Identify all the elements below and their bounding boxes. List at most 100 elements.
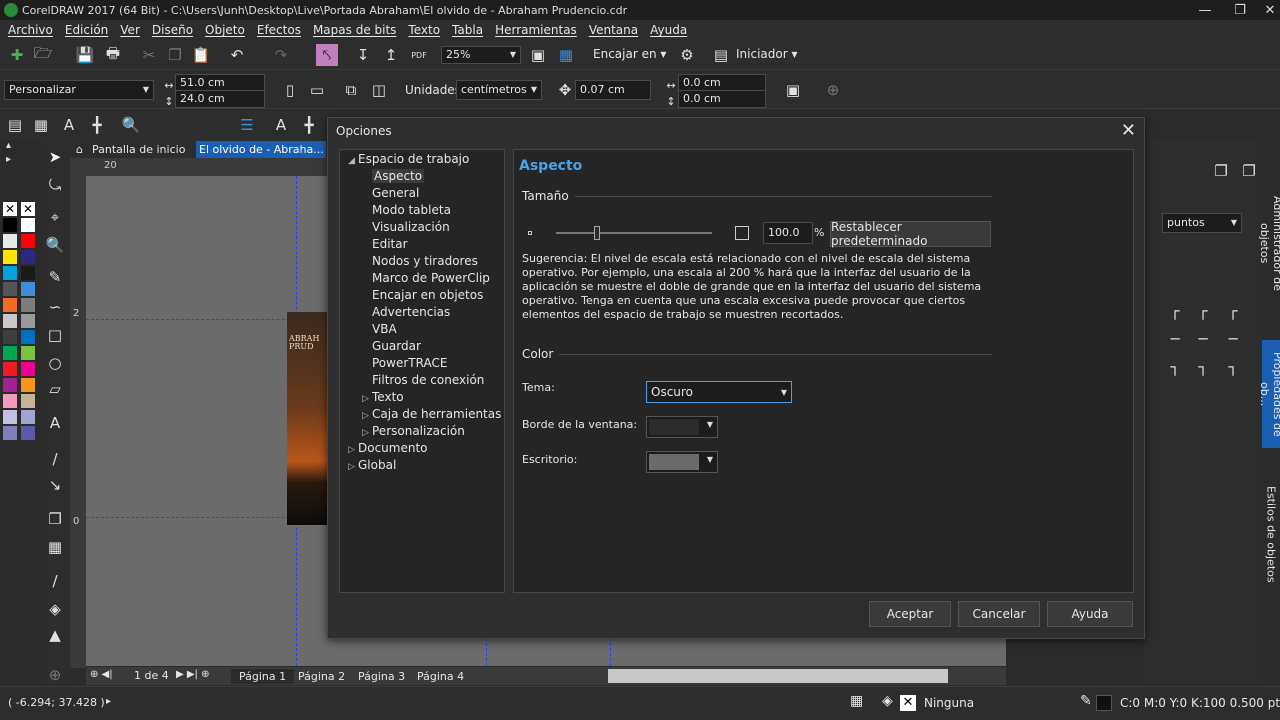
tree-item[interactable]: ▷ Personalización	[362, 424, 465, 438]
smart-fill-icon[interactable]: ▲	[44, 624, 66, 646]
crop-tool-icon[interactable]: ⌖	[44, 206, 66, 228]
palette-swatch[interactable]	[21, 314, 35, 328]
collapsed-arrow-icon[interactable]: ▷	[362, 411, 372, 421]
portrait-icon[interactable]: ▯	[279, 79, 301, 101]
duplicate-y-input[interactable]: 0.0 cm	[678, 90, 766, 108]
outline-position-icon[interactable]: ┐	[1192, 356, 1214, 378]
line-cap-icon[interactable]: ─	[1192, 328, 1214, 350]
reset-default-button[interactable]: Restablecer predeterminado	[830, 220, 991, 248]
snap-to-dropdown[interactable]: Encajar en ▾	[593, 47, 666, 61]
page-tab-4[interactable]: Página 4	[409, 669, 472, 684]
tab-object-manager[interactable]: Administrador de objetos	[1258, 178, 1280, 308]
ellipse-tool-icon[interactable]: ○	[44, 352, 66, 374]
docker-window-icon[interactable]: ❐	[1238, 160, 1260, 182]
palette-swatch[interactable]	[3, 298, 17, 312]
units-select[interactable]: centímetros ▼	[456, 80, 542, 100]
tree-item[interactable]: Aspecto	[372, 169, 425, 183]
menu-objeto[interactable]: Objeto	[199, 23, 251, 37]
menu-diseno[interactable]: Diseño	[146, 23, 199, 37]
connector-tool-icon[interactable]: ↘	[44, 474, 66, 496]
print-icon[interactable]: 🖶	[102, 44, 124, 66]
palette-swatch[interactable]	[21, 266, 35, 280]
freehand-tool-icon[interactable]: ✎	[44, 266, 66, 288]
search-content-icon[interactable]: ⤣	[316, 44, 338, 66]
palette-swatch[interactable]	[3, 330, 17, 344]
slider-thumb[interactable]	[594, 226, 600, 240]
horizontal-scrollbar[interactable]	[608, 669, 948, 683]
menu-archivo[interactable]: Archivo	[2, 23, 59, 37]
text-properties-icon[interactable]: A	[270, 114, 292, 136]
dimension-icon[interactable]: ╋	[298, 114, 320, 136]
nudge-distance-input[interactable]: 0.07 cm	[575, 80, 651, 100]
palette-swatch[interactable]	[21, 426, 35, 440]
parallel-dimension-icon[interactable]: ∕	[44, 448, 66, 470]
palette-swatch[interactable]	[3, 346, 17, 360]
palette-swatch[interactable]	[21, 218, 35, 232]
interactive-fill-icon[interactable]: ◈	[44, 598, 66, 620]
collapsed-arrow-icon[interactable]: ▷	[362, 394, 372, 404]
palette-swatch[interactable]	[21, 282, 35, 296]
menu-efectos[interactable]: Efectos	[251, 23, 307, 37]
tree-item[interactable]: ▷ Documento	[348, 441, 428, 455]
menu-ayuda[interactable]: Ayuda	[644, 23, 693, 37]
page-nav-forward-icons[interactable]: ▶ ▶| ⊕	[176, 669, 210, 680]
no-outline-swatch[interactable]: ✕	[21, 202, 35, 216]
tree-item[interactable]: ◢ Espacio de trabajo	[348, 152, 469, 166]
palette-swatch[interactable]	[21, 250, 35, 264]
dialog-close-icon[interactable]: ✕	[1121, 120, 1136, 141]
add-icon[interactable]: ⊕	[822, 79, 844, 101]
cut-icon[interactable]: ✂	[138, 44, 160, 66]
palette-swatch[interactable]	[3, 394, 17, 408]
fill-icon[interactable]: ◈	[882, 693, 893, 709]
collapsed-arrow-icon[interactable]: ▷	[362, 428, 372, 438]
publish-pdf-icon[interactable]: PDF	[408, 44, 430, 66]
menu-ver[interactable]: Ver	[114, 23, 146, 37]
menu-mapas-de-bits[interactable]: Mapas de bits	[307, 23, 402, 37]
rectangle-tool-icon[interactable]: □	[44, 324, 66, 346]
page-tab-3[interactable]: Página 3	[350, 669, 413, 684]
palette-swatch[interactable]	[3, 426, 17, 440]
grid-icon[interactable]: ▦	[30, 114, 52, 136]
tree-item[interactable]: Modo tableta	[372, 203, 451, 217]
palette-swatch[interactable]	[21, 346, 35, 360]
landscape-icon[interactable]: ▭	[306, 79, 328, 101]
tree-item[interactable]: ▷ Caja de herramientas	[362, 407, 501, 421]
tab-document[interactable]: El olvido de - Abraha...	[196, 141, 326, 158]
text-format-icon[interactable]: A	[58, 114, 80, 136]
eyedropper-icon[interactable]: ∕	[44, 570, 66, 592]
find-replace-icon[interactable]: 🔍	[120, 114, 142, 136]
palette-swatch[interactable]	[3, 282, 17, 296]
corner-chamfer-icon[interactable]: ┌	[1222, 300, 1244, 322]
toolbox-toggle-icon[interactable]: ▤	[4, 114, 26, 136]
palette-swatch[interactable]	[21, 234, 35, 248]
palette-scroll-up-icon[interactable]: ▴	[6, 140, 11, 151]
tree-item[interactable]: Visualización	[372, 220, 450, 234]
text-tool-icon[interactable]: A	[44, 412, 66, 434]
tree-item[interactable]: VBA	[372, 322, 397, 336]
scale-slider[interactable]	[556, 224, 712, 242]
ok-button[interactable]: Aceptar	[869, 601, 951, 627]
menu-texto[interactable]: Texto	[402, 23, 446, 37]
polygon-tool-icon[interactable]: ▱	[44, 378, 66, 400]
palette-swatch[interactable]	[21, 378, 35, 392]
artistic-media-icon[interactable]: ∽	[44, 296, 66, 318]
palette-swatch[interactable]	[21, 394, 35, 408]
maximize-button[interactable]: ❐	[1225, 0, 1255, 20]
line-cap-icon[interactable]: ─	[1222, 328, 1244, 350]
shape-tool-icon[interactable]: ⤿	[44, 174, 66, 196]
page-frame-icon[interactable]: ▣	[782, 79, 804, 101]
menu-edicion[interactable]: Edición	[59, 23, 114, 37]
page-tab-2[interactable]: Página 2	[290, 669, 353, 684]
page-size-preset-select[interactable]: Personalizar ▼	[4, 80, 154, 100]
align-icon[interactable]: ☰	[236, 114, 258, 136]
copy-icon[interactable]: ❐	[164, 44, 186, 66]
menu-ventana[interactable]: Ventana	[583, 23, 644, 37]
docker-window-icon[interactable]: ❐	[1210, 160, 1232, 182]
tree-item[interactable]: ▷ Global	[348, 458, 396, 472]
paste-icon[interactable]: 📋	[190, 44, 212, 66]
status-expand-icon[interactable]: ▸	[106, 696, 111, 707]
help-button[interactable]: Ayuda	[1047, 601, 1133, 627]
open-folder-icon[interactable]: 🗁	[32, 44, 54, 66]
corner-scallop-icon[interactable]: ┌	[1192, 300, 1214, 322]
show-rulers-icon[interactable]: ▦	[555, 44, 577, 66]
